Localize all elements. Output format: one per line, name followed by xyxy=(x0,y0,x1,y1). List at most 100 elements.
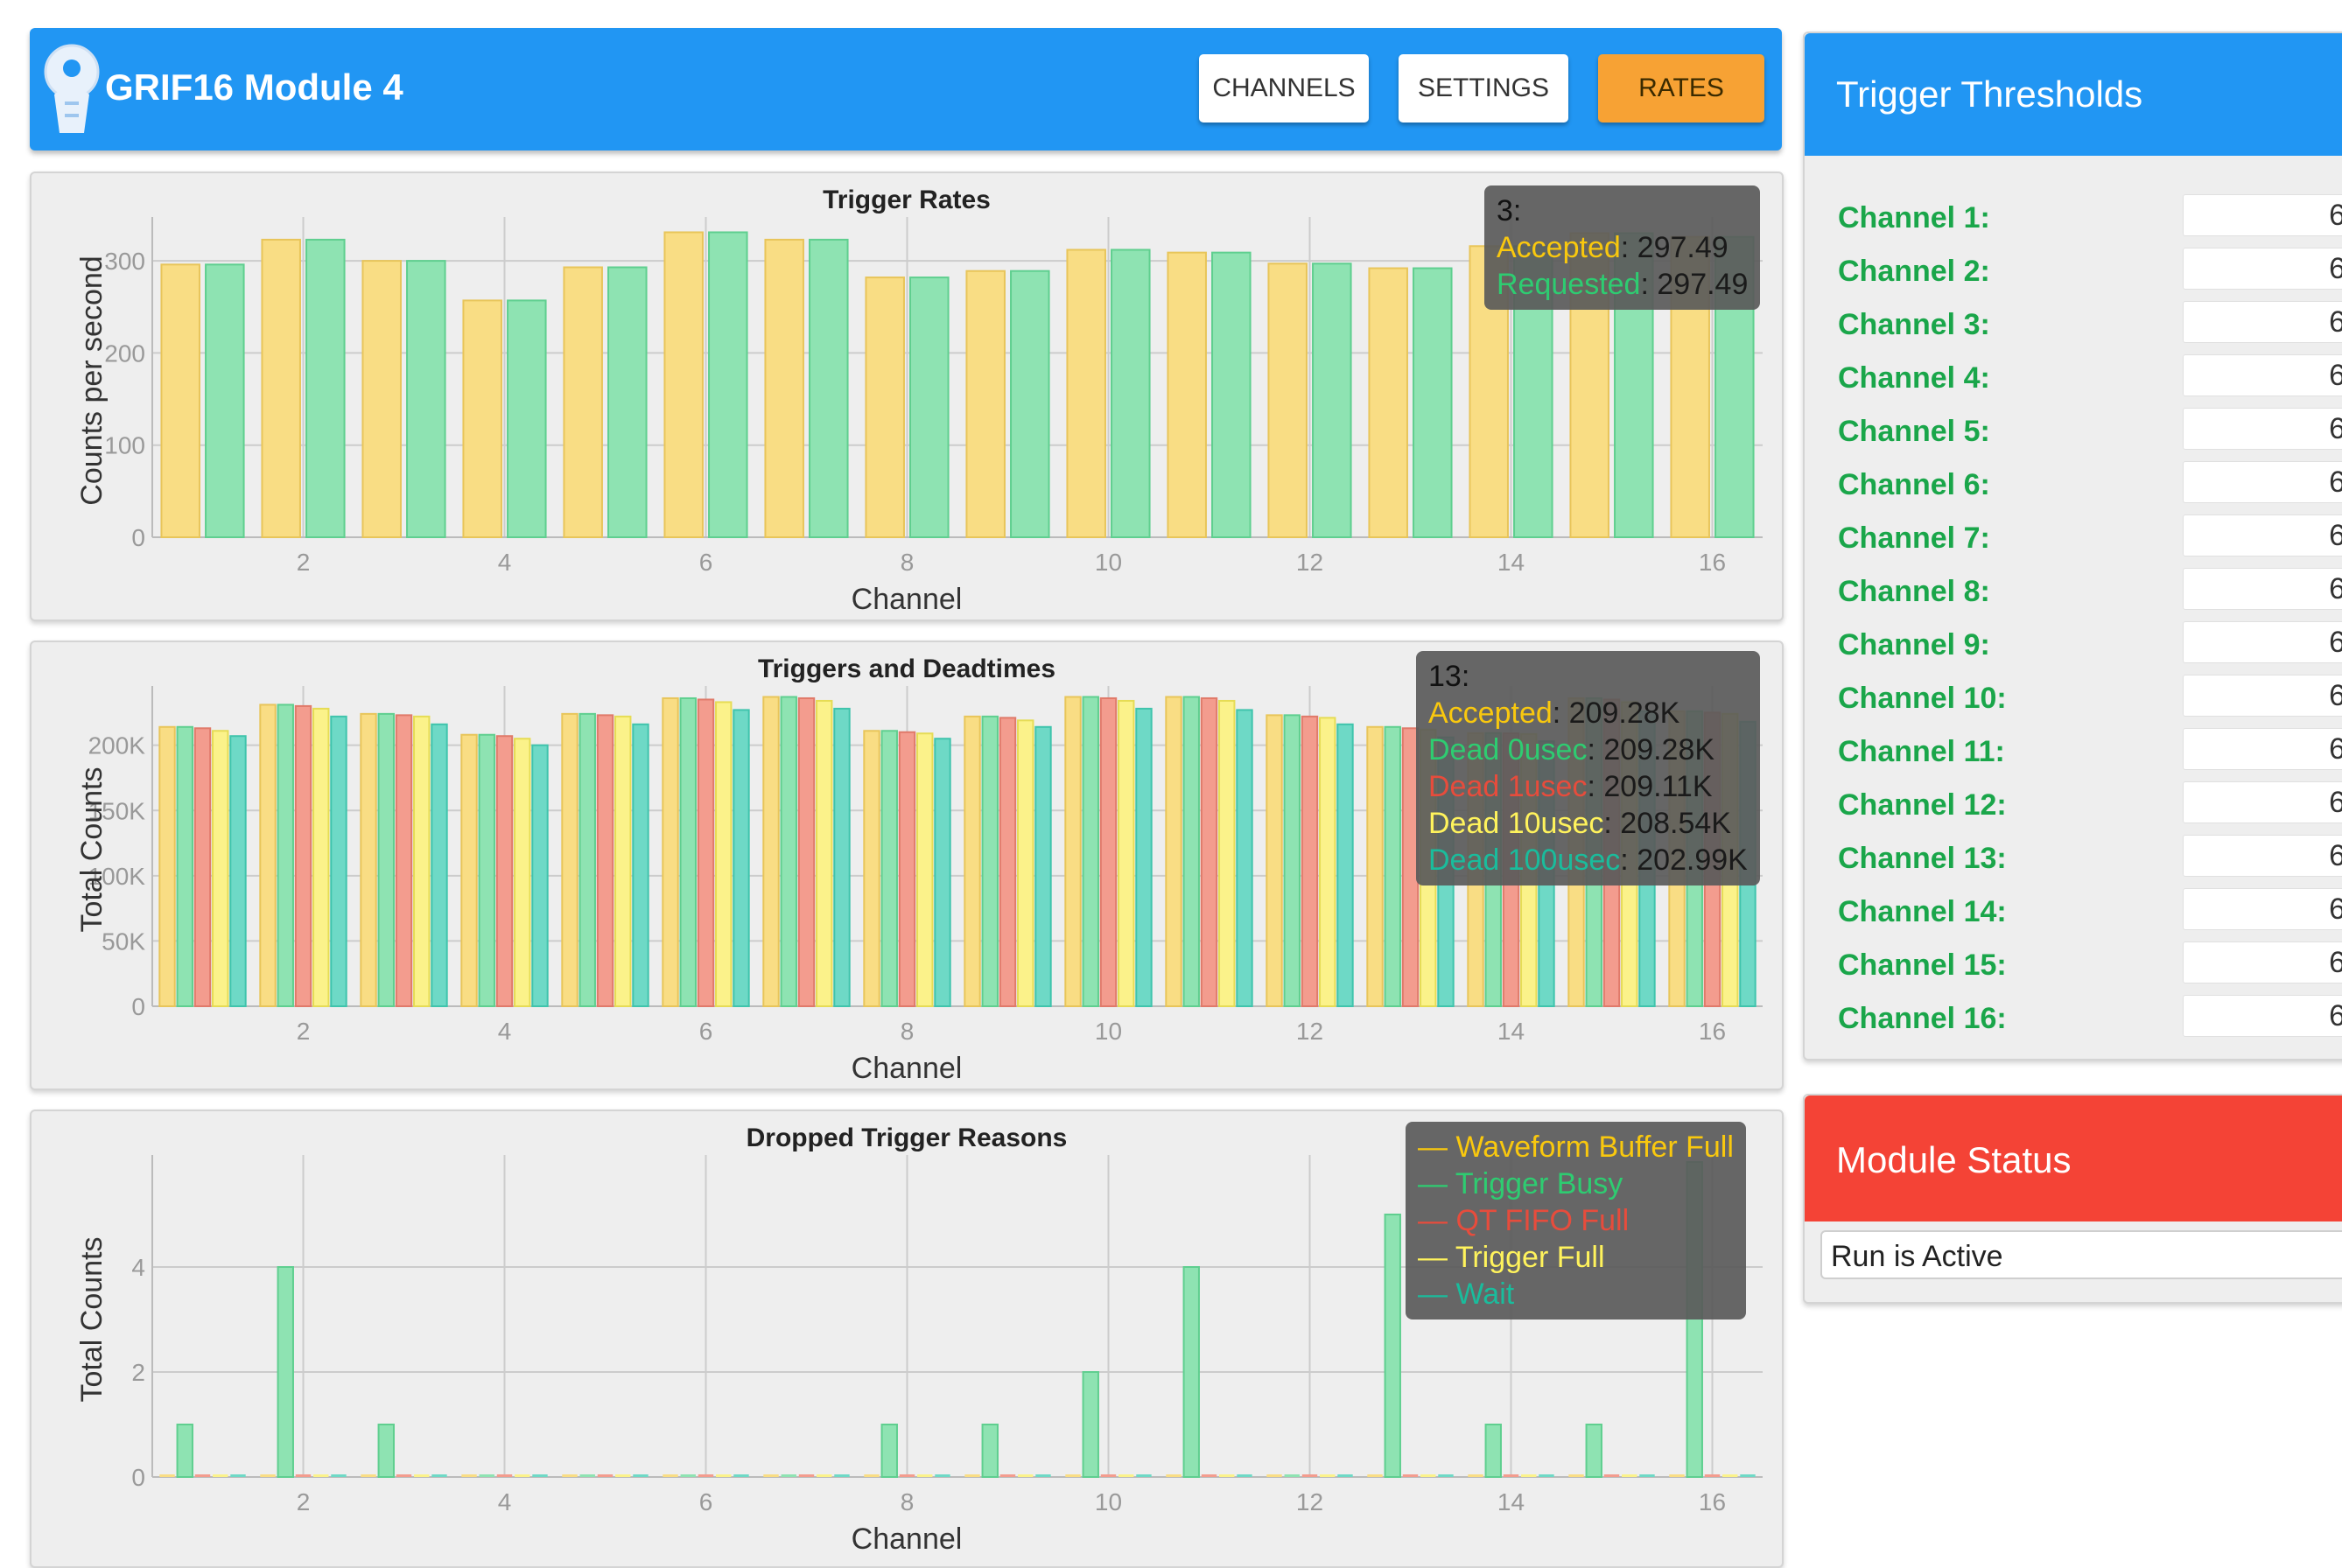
bar xyxy=(780,696,797,1007)
bar xyxy=(395,714,413,1007)
channels-button[interactable]: CHANNELS xyxy=(1199,54,1369,122)
threshold-input[interactable] xyxy=(2183,408,2342,450)
bar xyxy=(330,715,347,1007)
bar xyxy=(1219,1474,1235,1477)
bar xyxy=(1064,696,1082,1007)
tooltip-label: Requested xyxy=(1497,268,1641,301)
bar xyxy=(313,1474,329,1477)
y-tick-label: 300 xyxy=(104,248,145,275)
legend-label: QT FIFO Full xyxy=(1455,1204,1630,1237)
legend-item-waveform[interactable]: — Waveform Buffer Full xyxy=(1418,1129,1734,1166)
bar xyxy=(230,1474,246,1477)
bar xyxy=(562,1474,578,1477)
bar xyxy=(312,707,330,1008)
bar xyxy=(864,1474,880,1477)
bar xyxy=(160,263,200,539)
bar xyxy=(462,299,502,539)
threshold-channel-label: Channel 5: xyxy=(1838,415,1990,448)
bar xyxy=(833,707,851,1008)
threshold-input[interactable] xyxy=(2183,835,2342,877)
bar xyxy=(797,696,816,1007)
bar xyxy=(865,276,905,538)
bar xyxy=(1420,1474,1436,1477)
threshold-input[interactable] xyxy=(2183,194,2342,236)
tooltip-heading: 13: xyxy=(1428,660,1470,693)
bar xyxy=(1017,719,1034,1007)
bar xyxy=(1603,1474,1620,1477)
x-tick-label: 2 xyxy=(297,549,311,576)
deadtimes-tooltip: 13: Accepted: 209.28K Dead 0usec: 209.28… xyxy=(1416,651,1760,886)
bar xyxy=(1010,270,1050,538)
threshold-channel-label: Channel 12: xyxy=(1838,788,2007,822)
bar xyxy=(764,238,804,539)
bar xyxy=(377,1424,395,1478)
bar xyxy=(1320,1474,1336,1477)
threshold-input[interactable] xyxy=(2183,461,2342,503)
bar xyxy=(1669,1474,1685,1477)
x-tick-label: 16 xyxy=(1699,549,1726,576)
legend-item-trigger-full[interactable]: — Trigger Full xyxy=(1418,1239,1734,1276)
threshold-input[interactable] xyxy=(2183,301,2342,343)
threshold-input[interactable] xyxy=(2183,995,2342,1037)
bar xyxy=(633,1474,649,1477)
threshold-channel-label: Channel 16: xyxy=(1838,1002,2007,1035)
chart-title: Triggers and Deadtimes xyxy=(758,654,1055,683)
x-tick-label: 2 xyxy=(297,1488,311,1516)
bar xyxy=(1337,1474,1353,1477)
bar xyxy=(159,1474,175,1477)
logo-icon xyxy=(44,44,100,133)
threshold-input[interactable] xyxy=(2183,621,2342,663)
bar xyxy=(413,715,431,1007)
threshold-input[interactable] xyxy=(2183,781,2342,823)
bar xyxy=(294,704,312,1008)
bar xyxy=(563,266,603,539)
bar xyxy=(1111,248,1151,538)
bar xyxy=(1135,707,1153,1008)
tooltip-value: 297.49 xyxy=(1637,231,1728,264)
bar xyxy=(1368,267,1408,539)
threshold-input[interactable] xyxy=(2183,942,2342,984)
tooltip-row: Accepted: 209.28K xyxy=(1428,696,1680,730)
bar xyxy=(260,1474,276,1477)
bar xyxy=(361,1474,376,1477)
bar xyxy=(1082,1371,1099,1478)
threshold-input[interactable] xyxy=(2183,248,2342,290)
y-tick-label: 0 xyxy=(131,993,145,1020)
bar xyxy=(578,712,596,1007)
y-tick-label: 0 xyxy=(131,524,145,551)
legend-item-wait[interactable]: — Wait xyxy=(1418,1276,1734,1312)
bar xyxy=(733,1474,749,1477)
legend-label: Waveform Buffer Full xyxy=(1455,1130,1734,1164)
bar xyxy=(514,738,531,1007)
threshold-input[interactable] xyxy=(2183,568,2342,610)
legend-label: Wait xyxy=(1455,1278,1515,1311)
rates-button[interactable]: RATES xyxy=(1598,54,1764,122)
threshold-input[interactable] xyxy=(2183,514,2342,556)
bar xyxy=(1100,1474,1117,1477)
bar xyxy=(205,263,245,539)
thresholds-title: Trigger Thresholds xyxy=(1836,74,2143,115)
app-header: GRIF16 Module 4 CHANNELS SETTINGS RATES xyxy=(30,28,1782,150)
bar xyxy=(1367,1474,1383,1477)
x-tick-label: 10 xyxy=(1095,1018,1122,1045)
threshold-input[interactable] xyxy=(2183,888,2342,930)
bar xyxy=(715,701,733,1007)
bar xyxy=(1301,715,1319,1007)
bar xyxy=(331,1474,347,1477)
tooltip-value: 208.54K xyxy=(1620,807,1731,840)
bar xyxy=(277,704,294,1008)
bar xyxy=(176,725,193,1008)
legend-item-trigger-busy[interactable]: — Trigger Busy xyxy=(1418,1166,1734,1202)
threshold-input[interactable] xyxy=(2183,354,2342,396)
bar xyxy=(708,231,748,538)
threshold-input[interactable] xyxy=(2183,675,2342,717)
bar xyxy=(1082,696,1099,1007)
bar xyxy=(964,1474,980,1477)
triggers-deadtimes-panel: Triggers and Deadtimes 0 50K 100K 150K 200K 2 4… xyxy=(30,640,1784,1090)
bar xyxy=(1384,1214,1401,1478)
threshold-input[interactable] xyxy=(2183,728,2342,770)
bar xyxy=(1413,267,1453,539)
bar xyxy=(698,1474,714,1477)
legend-item-qt-fifo[interactable]: — QT FIFO Full xyxy=(1418,1202,1734,1239)
settings-button[interactable]: SETTINGS xyxy=(1399,54,1568,122)
